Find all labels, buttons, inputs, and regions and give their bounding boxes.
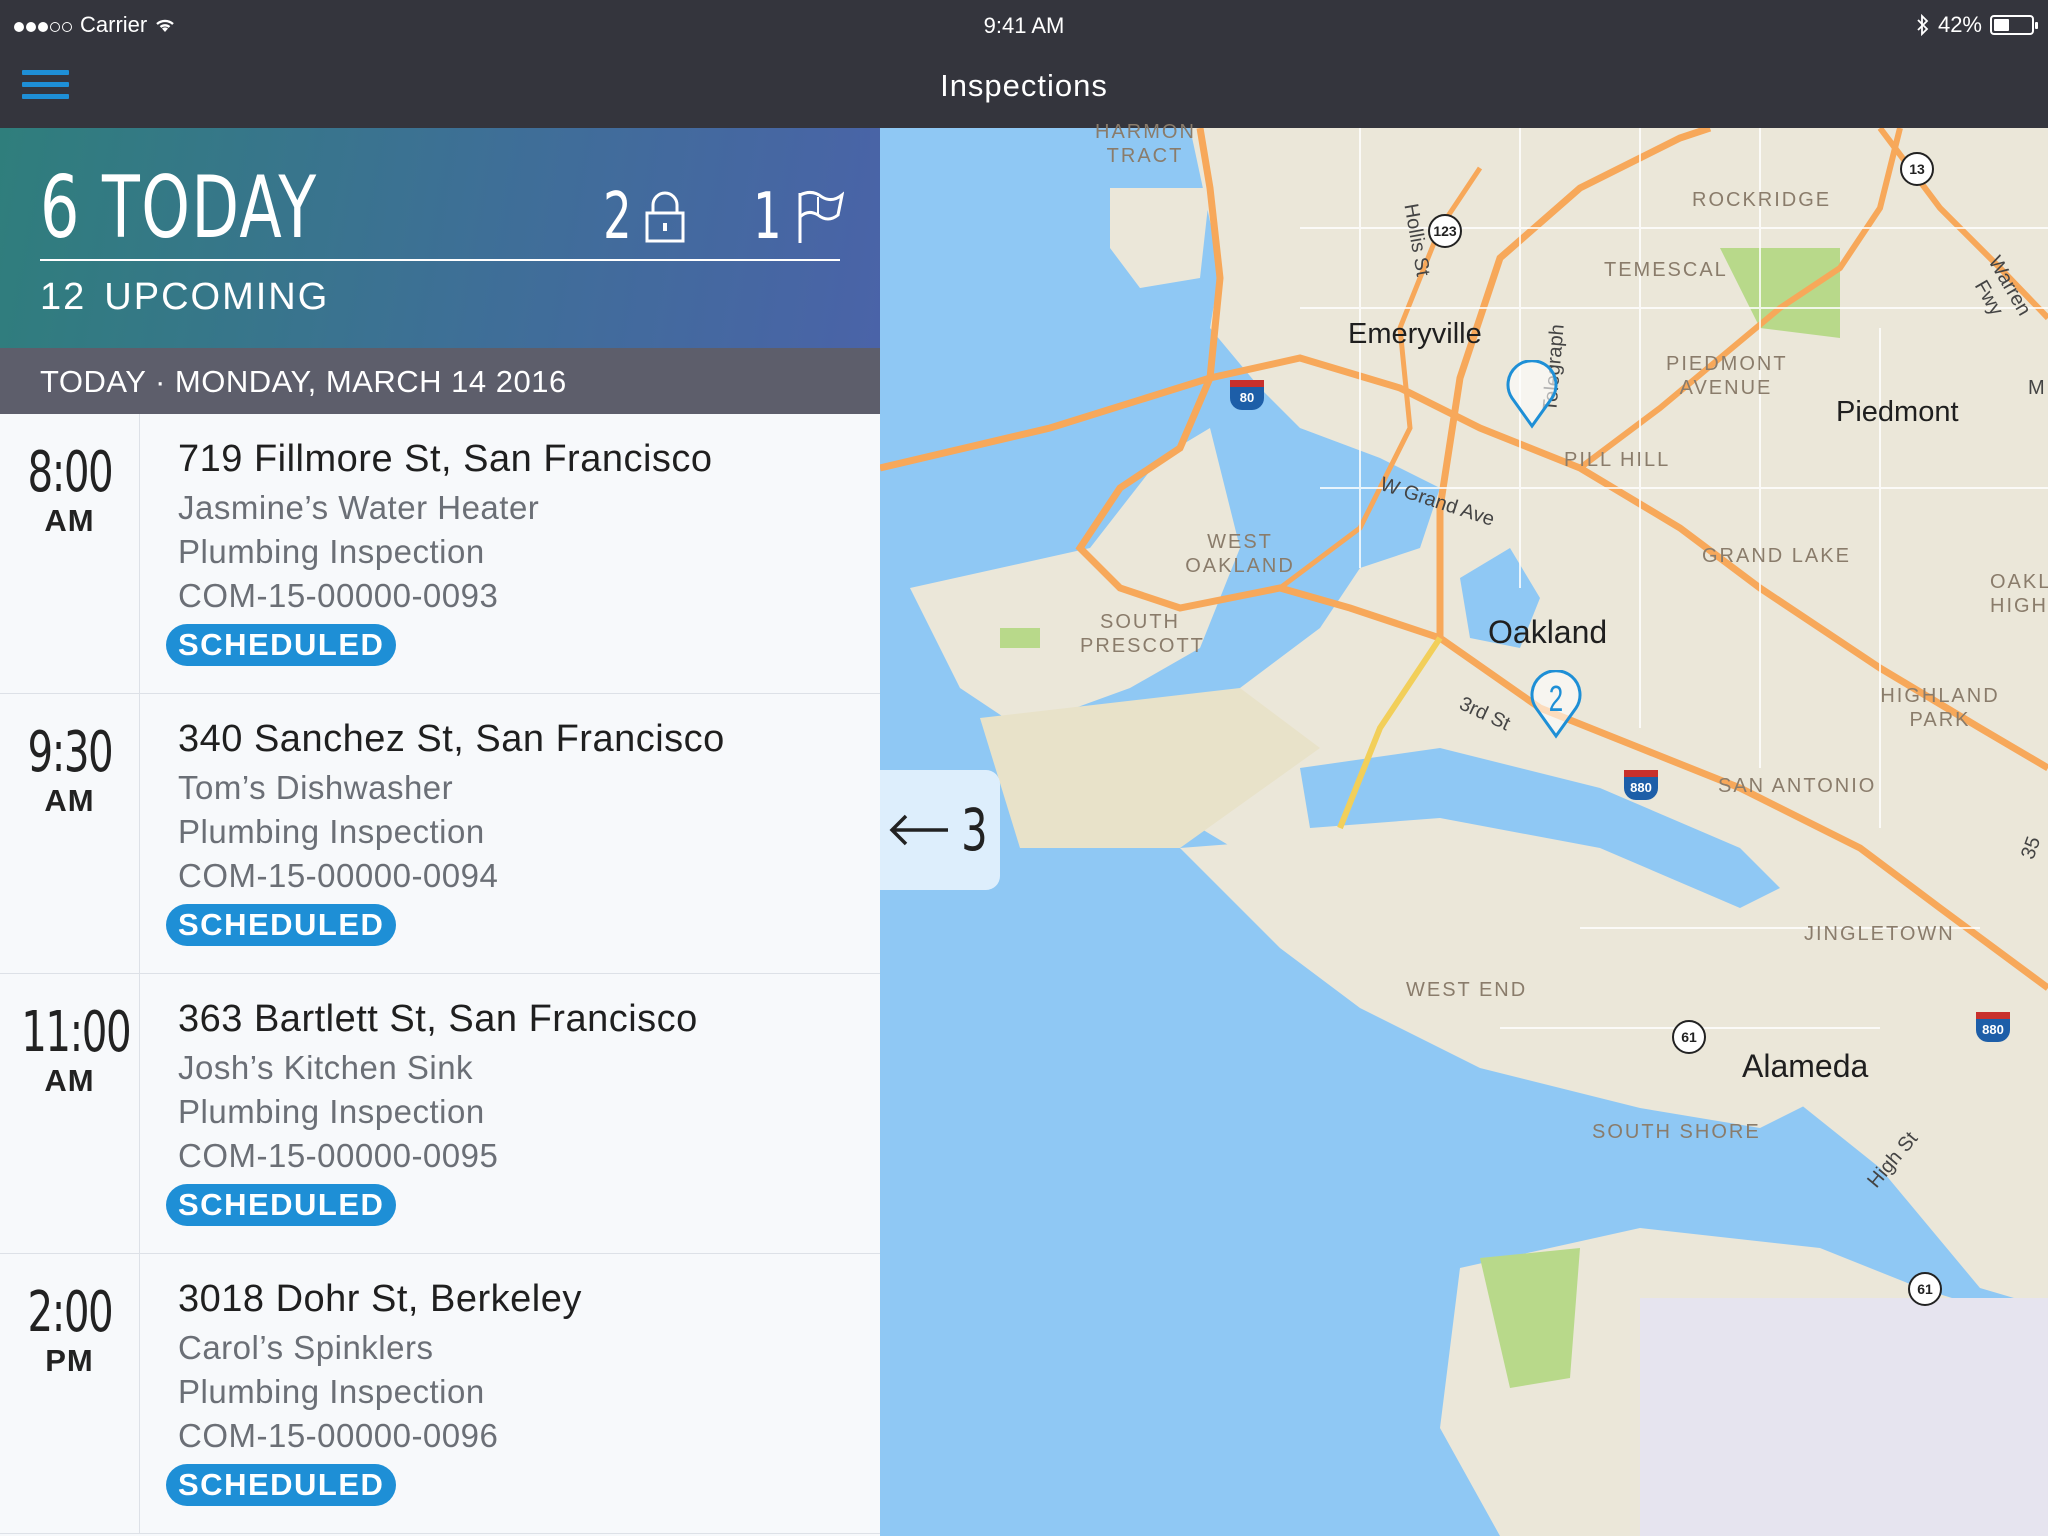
inspection-ampm: AM <box>44 783 95 818</box>
map-street-m: M <box>2028 377 2045 399</box>
top-bar: Carrier 9:41 AM 42% Inspections <box>0 0 2048 128</box>
map-city-oakland: Oakland <box>1488 614 1608 650</box>
map-view[interactable]: HARMON TRACT ROCKRIDGE TEMESCAL PIEDMONT… <box>880 121 2048 1536</box>
arrow-left-icon <box>889 814 948 846</box>
battery-percent: 42% <box>1937 12 1982 37</box>
inspection-details: 340 Sanchez St, San Francisco Tom’s Dish… <box>178 718 725 895</box>
summary-divider <box>40 259 840 261</box>
inspection-details: 719 Fillmore St, San Francisco Jasmine’s… <box>178 438 713 615</box>
offscreen-pin-count: 3 <box>960 796 988 864</box>
map-label-harmon-tract: HARMON TRACT <box>1095 121 1196 167</box>
time-column: 2:00 PM <box>0 1254 140 1534</box>
map-pin-label: 2 <box>1548 678 1564 719</box>
map-pin[interactable]: 2 <box>1528 670 1584 740</box>
map-label-south-prescott: SOUTH PRESCOTT <box>1080 611 1205 657</box>
status-badge: SCHEDULED <box>166 624 397 666</box>
map-label-west-oakland: WEST OAKLAND <box>1185 531 1295 577</box>
lock-icon <box>645 191 685 243</box>
inspection-time: 2:00 <box>27 1280 113 1345</box>
inspection-id: COM-15-00000-0093 <box>178 577 499 614</box>
inspection-type: Plumbing Inspection <box>178 533 485 570</box>
inspection-type: Plumbing Inspection <box>178 1373 485 1410</box>
inspection-address: 719 Fillmore St, San Francisco <box>178 438 713 480</box>
map-city-alameda: Alameda <box>1742 1048 1869 1084</box>
inspection-name: Jasmine’s Water Heater <box>178 489 540 526</box>
map-label-rockridge: ROCKRIDGE <box>1692 189 1832 211</box>
inspection-name: Tom’s Dishwasher <box>178 769 454 806</box>
status-time: 9:41 AM <box>983 13 1065 38</box>
inspection-details: 363 Bartlett St, San Francisco Josh’s Ki… <box>178 998 698 1175</box>
inspection-type: Plumbing Inspection <box>178 1093 485 1130</box>
flagged-count: 1 <box>753 180 782 254</box>
map-label-piedmont-avenue: PIEDMONT AVENUE <box>1666 353 1788 399</box>
route-shield-61-south: 61 <box>1908 1272 1942 1306</box>
inspection-row[interactable]: 2:00 PM 3018 Dohr St, Berkeley Carol’s S… <box>0 1254 880 1534</box>
map-city-piedmont: Piedmont <box>1836 396 1959 428</box>
status-badge: SCHEDULED <box>166 1184 397 1226</box>
inspection-list: 8:00 AM 719 Fillmore St, San Francisco J… <box>0 414 880 1534</box>
inspection-id: COM-15-00000-0094 <box>178 857 499 894</box>
interstate-shield-880-east: 880 <box>1976 1012 2010 1042</box>
map-pin[interactable] <box>1504 360 1560 430</box>
battery-info: 42% <box>1916 12 2038 38</box>
interstate-shield-80: 80 <box>1230 380 1264 410</box>
inspection-name: Carol’s Spinklers <box>178 1329 434 1366</box>
map-label-grand-lake: GRAND LAKE <box>1702 545 1851 567</box>
map-label-jingletown: JINGLETOWN <box>1804 923 1955 945</box>
inspection-id: COM-15-00000-0095 <box>178 1137 499 1174</box>
page-title: Inspections <box>940 68 1108 103</box>
inspection-id: COM-15-00000-0096 <box>178 1417 499 1454</box>
time-column: 8:00 AM <box>0 414 140 694</box>
time-column: 11:00 AM <box>0 974 140 1254</box>
date-section-header: TODAY · MONDAY, MARCH 14 2016 <box>0 348 880 414</box>
locked-count: 2 <box>602 180 632 254</box>
map-label-pill-hill: PILL HILL <box>1564 449 1671 471</box>
inspection-address: 340 Sanchez St, San Francisco <box>178 718 725 760</box>
map-label-san-antonio: SAN ANTONIO <box>1718 775 1877 797</box>
status-bar: Carrier 9:41 AM 42% <box>0 0 2048 52</box>
bluetooth-icon <box>1917 14 1929 36</box>
map-label-south-shore: SOUTH SHORE <box>1592 1121 1761 1143</box>
status-badge: SCHEDULED <box>166 1464 397 1506</box>
inspection-details: 3018 Dohr St, Berkeley Carol’s Spinklers… <box>178 1278 582 1455</box>
inspection-ampm: PM <box>45 1343 94 1378</box>
inspections-panel: 6 TODAY 2 1 12 UPCOMING TODAY · MONDAY, M… <box>0 128 880 1536</box>
offscreen-pins-tab[interactable]: 3 <box>880 770 1000 890</box>
route-shield-13: 13 <box>1900 152 1934 186</box>
flag-icon <box>798 190 844 243</box>
locked-stat[interactable]: 2 <box>597 180 688 254</box>
inspection-time: 9:30 <box>27 720 113 785</box>
inspection-name: Josh’s Kitchen Sink <box>178 1049 474 1086</box>
map-label-temescal: TEMESCAL <box>1604 259 1728 281</box>
flagged-stat[interactable]: 1 <box>747 180 844 254</box>
inspection-type: Plumbing Inspection <box>178 813 485 850</box>
summary-stats: 2 1 <box>597 180 844 254</box>
map-pin-icon <box>1506 360 1558 429</box>
today-count[interactable]: 6 TODAY <box>40 158 318 258</box>
map-label-highland-park: HIGHLAND PARK <box>1880 685 2000 731</box>
route-shield-61: 61 <box>1672 1020 1706 1054</box>
inspection-row[interactable]: 11:00 AM 363 Bartlett St, San Francisco … <box>0 974 880 1254</box>
route-shield-123: 123 <box>1428 214 1462 248</box>
inspection-time: 8:00 <box>27 440 113 505</box>
map-city-emeryville: Emeryville <box>1348 318 1482 350</box>
map-label-oakland-highlands: OAKLAND HIGHLANDS <box>1990 571 2048 617</box>
inspection-row[interactable]: 8:00 AM 719 Fillmore St, San Francisco J… <box>0 414 880 694</box>
time-column: 9:30 AM <box>0 694 140 974</box>
inspection-time: 11:00 <box>21 1000 131 1065</box>
inspection-row[interactable]: 9:30 AM 340 Sanchez St, San Francisco To… <box>0 694 880 974</box>
upcoming-count[interactable]: 12 UPCOMING <box>40 276 347 319</box>
summary-header: 6 TODAY 2 1 12 UPCOMING <box>0 128 880 348</box>
interstate-shield-880: 880 <box>1624 770 1658 800</box>
inspection-ampm: AM <box>44 503 95 538</box>
status-badge: SCHEDULED <box>166 904 397 946</box>
battery-icon <box>1990 15 2038 35</box>
inspection-address: 3018 Dohr St, Berkeley <box>178 1278 582 1320</box>
inspection-address: 363 Bartlett St, San Francisco <box>178 998 698 1040</box>
inspection-ampm: AM <box>44 1063 95 1098</box>
map-label-west-end: WEST END <box>1406 979 1528 1001</box>
